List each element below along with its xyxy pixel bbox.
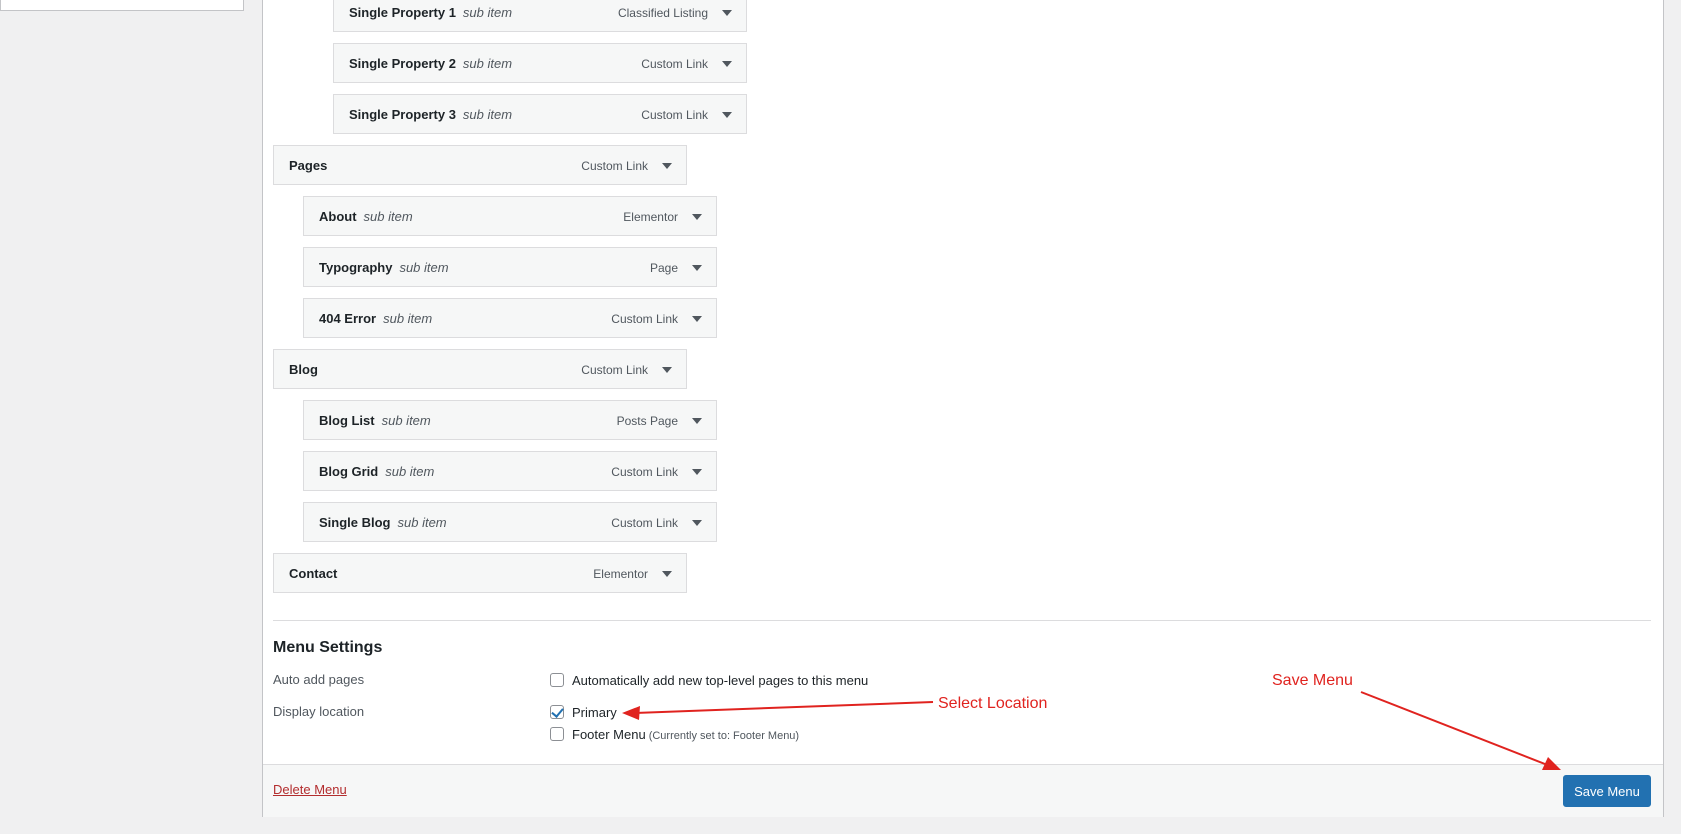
save-menu-annotation: Save Menu xyxy=(1272,672,1353,689)
select-location-arrowhead xyxy=(622,706,640,720)
select-location-annotation: Select Location xyxy=(938,695,1048,712)
select-location-arrow-line xyxy=(633,701,934,714)
save-menu-arrow-line xyxy=(1360,691,1551,767)
annotation-arrows xyxy=(622,691,1561,770)
